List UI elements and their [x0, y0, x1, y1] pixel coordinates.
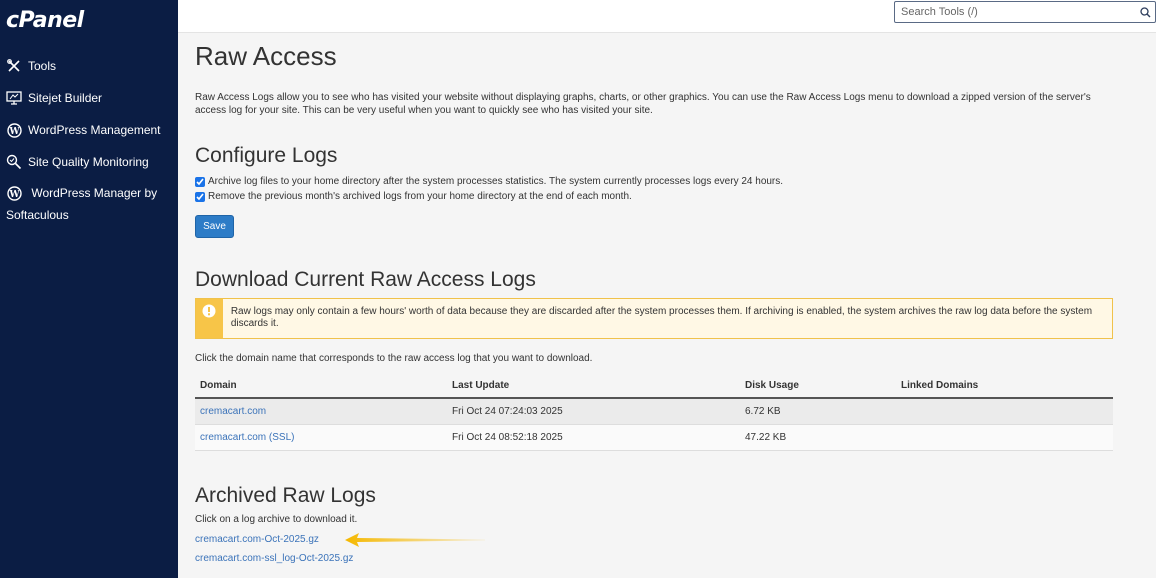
- domain-link[interactable]: cremacart.com: [200, 406, 266, 417]
- highlight-arrow-icon: [345, 533, 485, 547]
- remove-logs-option: Remove the previous month's archived log…: [195, 191, 632, 202]
- wordpress-icon: W: [6, 186, 22, 202]
- domain-cell: cremacart.com (SSL): [195, 424, 447, 451]
- sidebar-item-tools[interactable]: Tools: [6, 58, 56, 74]
- search-box: [894, 1, 1156, 23]
- archive-file-link[interactable]: cremacart.com-ssl_log-Oct-2025.gz: [195, 553, 353, 564]
- linked-domains-cell: [896, 424, 1113, 451]
- site-quality-icon: [6, 154, 22, 170]
- table-row: cremacart.com Fri Oct 24 07:24:03 2025 6…: [195, 398, 1113, 425]
- warning-text: Raw logs may only contain a few hours' w…: [230, 306, 1093, 329]
- wordpress-icon: W: [6, 122, 22, 138]
- search-input[interactable]: [895, 2, 1137, 22]
- page-title: Raw Access: [195, 41, 337, 71]
- sidebar-item-label: WordPress Manager by Softaculous: [6, 186, 158, 222]
- sidebar-item-sitejet-builder[interactable]: Sitejet Builder: [6, 90, 102, 106]
- disk-usage-cell: 6.72 KB: [740, 398, 896, 425]
- sidebar: cPanel Tools Sitejet Builder W WordPress…: [0, 0, 178, 578]
- top-bar: [178, 0, 1156, 33]
- linked-domains-cell: [896, 398, 1113, 425]
- table-header-row: Domain Last Update Disk Usage Linked Dom…: [195, 373, 1113, 399]
- last-update-cell: Fri Oct 24 08:52:18 2025: [447, 424, 740, 451]
- archived-help-text: Click on a log archive to download it.: [195, 514, 358, 525]
- archive-logs-option: Archive log files to your home directory…: [195, 176, 783, 187]
- warning-icon: [196, 299, 223, 338]
- cpanel-logo[interactable]: cPanel: [6, 8, 84, 33]
- archived-logs-heading: Archived Raw Logs: [195, 484, 376, 507]
- archive-logs-label: Archive log files to your home directory…: [208, 176, 784, 187]
- table-row: cremacart.com (SSL) Fri Oct 24 08:52:18 …: [195, 424, 1113, 451]
- svg-text:W: W: [8, 190, 20, 200]
- search-icon[interactable]: [1137, 4, 1153, 20]
- sidebar-item-label: Tools: [28, 59, 57, 73]
- page-description: Raw Access Logs allow you to see who has…: [195, 92, 1091, 116]
- remove-logs-label: Remove the previous month's archived log…: [208, 191, 632, 202]
- warning-alert: Raw logs may only contain a few hours' w…: [195, 298, 1113, 339]
- column-header-last-update[interactable]: Last Update: [447, 373, 740, 399]
- remove-logs-checkbox[interactable]: [195, 191, 205, 202]
- sidebar-item-label: Site Quality Monitoring: [28, 155, 149, 169]
- sidebar-item-wordpress-management[interactable]: W WordPress Management: [6, 122, 161, 138]
- disk-usage-cell: 47.22 KB: [740, 424, 896, 451]
- column-header-domain[interactable]: Domain: [195, 373, 447, 399]
- svg-text:W: W: [8, 126, 20, 136]
- raw-logs-table: Domain Last Update Disk Usage Linked Dom…: [195, 373, 1113, 451]
- column-header-linked-domains[interactable]: Linked Domains: [896, 373, 1113, 399]
- sidebar-item-wordpress-manager-softaculous[interactable]: W WordPress Manager by Softaculous: [6, 182, 166, 226]
- domain-cell: cremacart.com: [195, 398, 447, 425]
- sidebar-item-label: Sitejet Builder: [28, 91, 103, 105]
- sitejet-icon: [6, 90, 22, 106]
- tools-icon: [6, 58, 22, 74]
- domain-link[interactable]: cremacart.com (SSL): [200, 432, 294, 443]
- configure-logs-heading: Configure Logs: [195, 144, 338, 167]
- last-update-cell: Fri Oct 24 07:24:03 2025: [447, 398, 740, 425]
- archive-logs-checkbox[interactable]: [195, 176, 205, 187]
- column-header-disk-usage[interactable]: Disk Usage: [740, 373, 896, 399]
- archive-file-link[interactable]: cremacart.com-Oct-2025.gz: [195, 534, 319, 545]
- save-button[interactable]: Save: [195, 215, 234, 238]
- sidebar-item-label: WordPress Management: [28, 123, 161, 137]
- download-help-text: Click the domain name that corresponds t…: [195, 353, 593, 364]
- sidebar-item-site-quality-monitoring[interactable]: Site Quality Monitoring: [6, 154, 149, 170]
- download-logs-heading: Download Current Raw Access Logs: [195, 268, 536, 291]
